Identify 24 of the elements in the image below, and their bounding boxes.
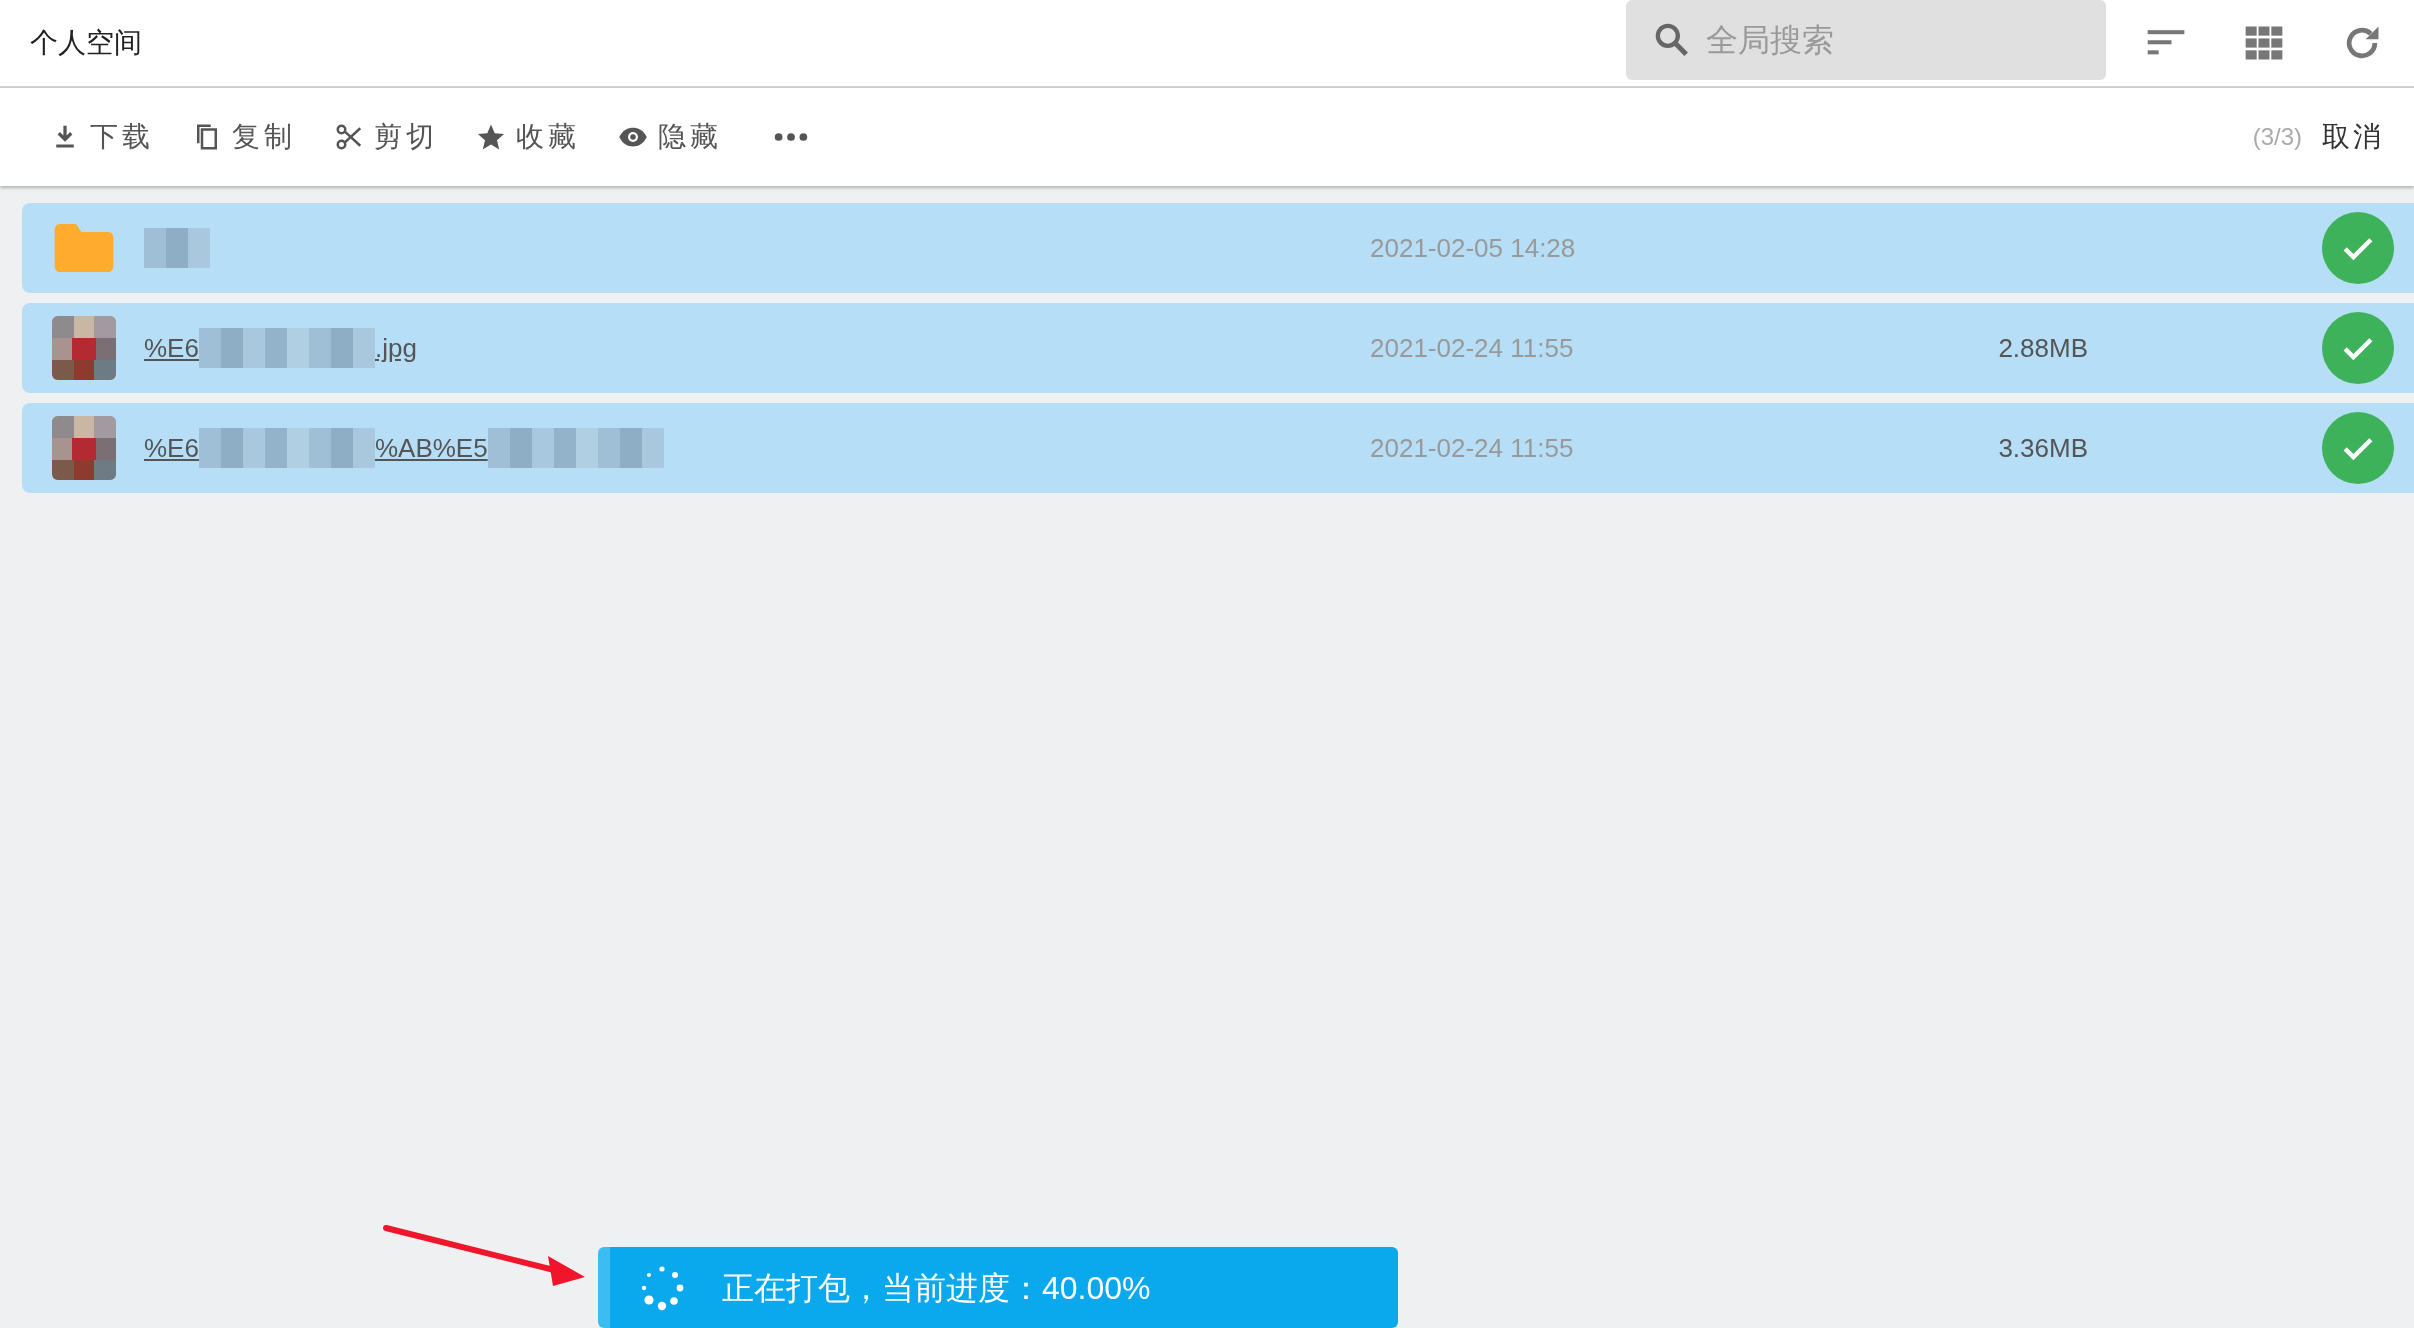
redaction-mosaic (144, 228, 210, 268)
file-size: 3.36MB (1997, 431, 2088, 465)
file-row[interactable]: %E6 .jpg 2021-02-24 11:55 2.88MB (22, 303, 2414, 393)
page-title: 个人空间 (30, 26, 142, 60)
file-name[interactable]: .jpg (374, 328, 417, 368)
file-row[interactable]: %E6 %AB%E5 2021-02-24 11:55 3.36MB (22, 403, 2414, 493)
progress-message: 正在打包，当前进度：40.00% (722, 1268, 1151, 1308)
modified-date: 2021-02-24 11:55 (1370, 331, 1575, 365)
favorite-button[interactable]: 收藏 (476, 116, 580, 158)
file-name[interactable]: %E6 (144, 328, 199, 368)
copy-button[interactable]: 复制 (192, 116, 296, 158)
file-name[interactable]: %AB%E5 (374, 428, 488, 468)
scissors-icon (334, 122, 364, 152)
cancel-button[interactable]: 取消 (2322, 116, 2384, 158)
search-field[interactable]: 全局搜索 (1626, 0, 2106, 80)
modified-date: 2021-02-24 11:55 (1370, 431, 1575, 465)
selection-count: (3/3) (2252, 122, 2302, 152)
more-icon (774, 132, 808, 142)
file-size: 2.88MB (1997, 331, 2088, 365)
cut-button[interactable]: 剪切 (334, 116, 438, 158)
file-name[interactable]: %E6 (144, 428, 199, 468)
hide-button[interactable]: 隐藏 (618, 116, 722, 158)
download-button[interactable]: 下载 (50, 116, 154, 158)
modified-date: 2021-02-05 14:28 (1370, 231, 1577, 265)
